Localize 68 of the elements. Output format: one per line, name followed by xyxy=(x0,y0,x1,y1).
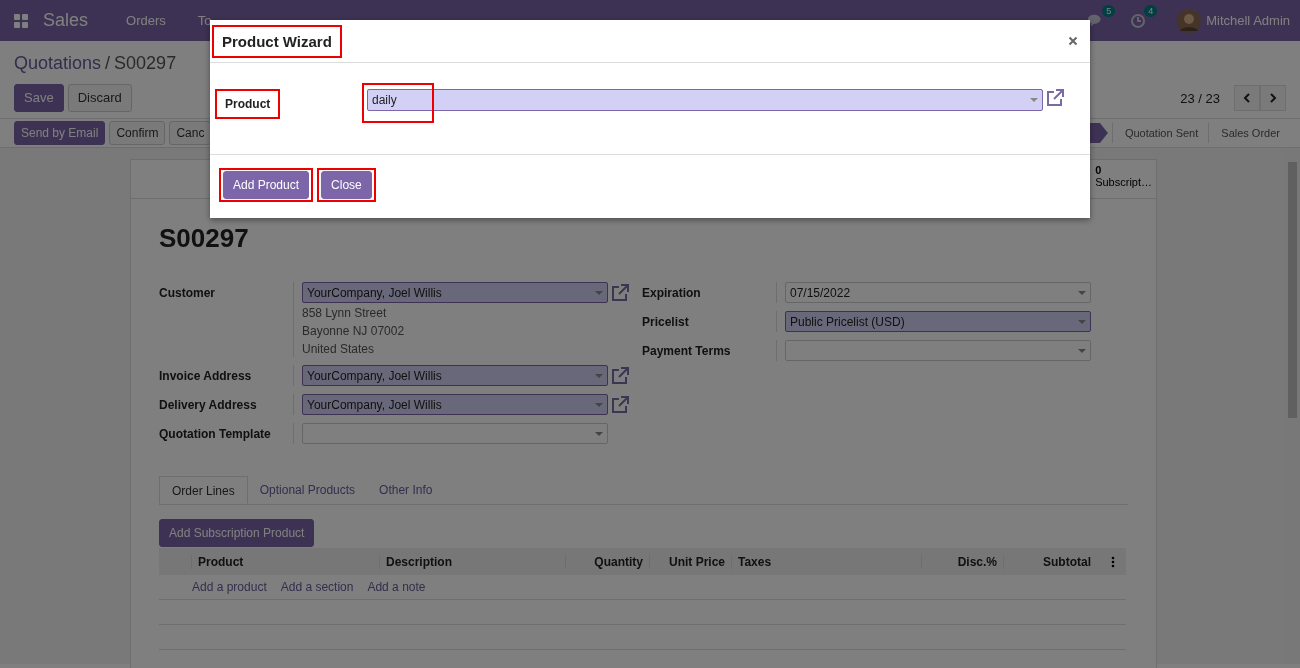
dropdown-field[interactable] xyxy=(785,340,1091,361)
field-value: daily xyxy=(372,93,397,107)
close-button[interactable]: Close xyxy=(321,171,372,199)
action-button[interactable]: Canc xyxy=(169,121,212,145)
tab[interactable]: Order Lines xyxy=(159,476,248,504)
add-subscription-product-button[interactable]: Add Subscription Product xyxy=(159,519,315,547)
field-label: Delivery Address xyxy=(159,397,258,414)
pager-counter: 23 / 23 xyxy=(1180,90,1220,106)
count-badge: 4 xyxy=(1144,4,1158,17)
dropdown-field[interactable]: 07/15/2022 xyxy=(785,282,1091,303)
status-stage[interactable]: Quotation Sent xyxy=(1111,123,1205,143)
external-link-icon[interactable] xyxy=(1046,89,1064,107)
action-button[interactable]: Confirm xyxy=(109,121,166,145)
column-header[interactable]: Quantity xyxy=(565,554,649,569)
column-header[interactable]: Disc.% xyxy=(921,554,1003,569)
previous-button[interactable] xyxy=(1234,85,1260,111)
field-label: Product xyxy=(225,97,271,111)
tab[interactable]: Other Info xyxy=(367,476,445,504)
avatar[interactable] xyxy=(1177,8,1202,33)
column-header[interactable]: Taxes xyxy=(731,554,921,569)
column-header[interactable]: Product xyxy=(191,554,379,569)
column-options-icon[interactable] xyxy=(1111,555,1115,568)
apps-menu-icon[interactable] xyxy=(14,13,28,28)
column-header[interactable]: Unit Price xyxy=(649,554,731,569)
dropdown-field[interactable]: YourCompany, Joel Willis xyxy=(302,365,608,386)
field-label: Customer xyxy=(159,285,216,302)
address-line: United States xyxy=(302,341,376,357)
count-badge: 5 xyxy=(1102,4,1116,17)
dropdown-field[interactable] xyxy=(302,423,608,444)
field-label: Quotation Template xyxy=(159,426,272,443)
dropdown-field[interactable]: YourCompany, Joel Willis xyxy=(302,394,608,415)
field-label: Expiration xyxy=(642,285,702,302)
record-title: S00297 xyxy=(159,223,250,254)
dropdown-field[interactable]: Public Pricelist (USD) xyxy=(785,311,1091,332)
app-name[interactable]: Sales xyxy=(43,10,89,31)
breadcrumb-separator: / xyxy=(105,53,111,74)
tab[interactable]: Optional Products xyxy=(247,476,368,504)
column-header[interactable]: Description xyxy=(379,554,565,569)
external-link-icon[interactable] xyxy=(611,395,629,414)
field-label: Pricelist xyxy=(642,314,690,331)
action-button[interactable]: Send by Email xyxy=(14,121,106,145)
column-header[interactable]: Subtotal xyxy=(1003,554,1097,569)
dropdown-field[interactable]: YourCompany, Joel Willis xyxy=(302,282,608,303)
breadcrumb-link[interactable]: Quotations xyxy=(14,53,102,74)
address-line: Bayonne NJ 07002 xyxy=(302,323,406,339)
menu-item[interactable]: Orders xyxy=(126,13,166,28)
add-product-button[interactable]: Add Product xyxy=(223,171,310,199)
external-link-icon[interactable] xyxy=(611,283,629,302)
address-line: 858 Lynn Street xyxy=(302,305,388,321)
add-line-link[interactable]: Add a section xyxy=(280,580,354,594)
close-icon[interactable] xyxy=(1068,36,1078,46)
product-dropdown-field[interactable]: daily xyxy=(367,89,1043,111)
field-label: Invoice Address xyxy=(159,368,253,385)
user-name[interactable]: Mitchell Admin xyxy=(1206,13,1290,28)
dialog-title: Product Wizard xyxy=(222,32,332,50)
highlight-frame xyxy=(362,83,434,123)
breadcrumb-current: S00297 xyxy=(114,53,177,74)
chevron-left-icon xyxy=(1242,93,1252,103)
add-line-link[interactable]: Add a product xyxy=(192,580,267,594)
external-link-icon[interactable] xyxy=(611,366,629,385)
status-stage[interactable]: Sales Order xyxy=(1208,123,1286,143)
save-button[interactable]: Save xyxy=(14,84,64,112)
clock-icon[interactable] xyxy=(1129,12,1148,29)
discard-button[interactable]: Discard xyxy=(67,84,132,112)
next-button[interactable] xyxy=(1260,85,1286,111)
field-label: Payment Terms xyxy=(642,343,732,360)
add-line-link[interactable]: Add a note xyxy=(367,580,426,594)
chevron-right-icon xyxy=(1268,93,1278,103)
